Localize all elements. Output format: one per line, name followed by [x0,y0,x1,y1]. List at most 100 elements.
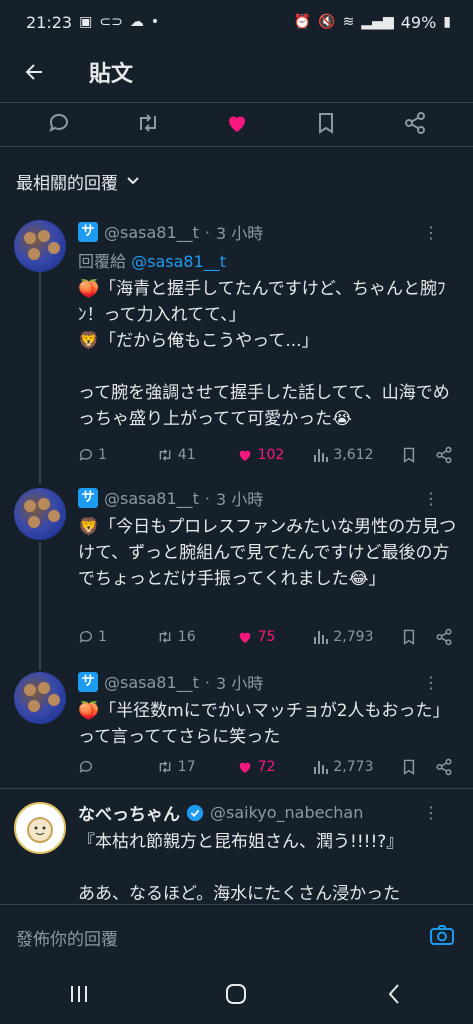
account-badge-icon: サ [78,672,98,692]
like-count-button[interactable]: 102 [236,447,314,463]
retweet-count-button[interactable]: 41 [156,447,236,463]
reply-tweet[interactable]: サ @sasa81__t · 3 小時 ⋮ 🍑「半径数mにでかいマッチョが2人も… [0,670,473,760]
tweet-handle[interactable]: @sasa81__t [104,223,199,242]
chevron-left-icon [388,984,399,1004]
recent-apps-button[interactable] [49,974,109,1014]
share-button[interactable] [435,628,459,646]
alarm-icon: ⏰ [293,14,312,30]
tweet-stats: 1 41 102 3,612 [78,443,459,467]
reply-input-placeholder[interactable]: 發佈你的回覆 [16,925,118,950]
more-options-icon[interactable]: ⋮ [423,803,439,822]
reply-composer[interactable]: 發佈你的回覆 [0,904,473,965]
tweet-meta: サ @sasa81__t · 3 小時 ⋮ [78,670,457,694]
retweet-count: 41 [177,447,196,463]
reply-count-button[interactable] [78,759,156,775]
analytics-icon [314,449,329,462]
heart-icon [239,632,250,643]
tweet-time: 3 小時 [216,490,264,509]
like-count: 72 [257,759,276,775]
status-bar: 21:23 ▣ ⊂⊃ ☁ • ⏰ 🔇 ≋ ▂▄▆ 49% ▮ [0,0,473,44]
like-button[interactable] [217,105,257,141]
bookmark-button[interactable] [401,758,435,776]
arrow-left-icon [25,64,42,80]
account-badge-icon: サ [78,222,98,242]
avatar[interactable] [14,802,66,854]
cloud-icon: ☁ [129,14,144,30]
home-button[interactable] [206,974,266,1014]
divider [0,146,473,147]
reply-tweet[interactable]: サ @sasa81__t · 3 小時 ⋮ 回覆給 @sasa81__t 🍑「海… [0,220,473,470]
divider [0,788,473,789]
share-button[interactable] [435,446,459,464]
verified-badge-icon [186,804,204,821]
battery-percent: 49% [400,12,437,32]
reply-button[interactable] [39,105,79,141]
system-nav-bar [0,964,473,1024]
tweet-stats: 1 16 75 2,793 [78,625,459,649]
chevron-down-icon [127,177,139,185]
tweet-stats: 17 72 2,773 [78,755,459,779]
share-icon [404,112,425,134]
post-action-bar [0,104,473,142]
more-options-icon[interactable]: ⋮ [423,673,439,692]
more-options-icon[interactable]: ⋮ [423,223,439,242]
home-icon [226,984,247,1004]
bookmark-button[interactable] [401,628,435,646]
view-count: 2,773 [333,759,374,775]
retweet-count-button[interactable]: 17 [156,759,236,775]
retweet-count: 17 [177,759,196,775]
reply-tweet[interactable]: サ @sasa81__t · 3 小時 ⋮ 🦁「今日もプロレスファンみたいな男性… [0,486,473,636]
mute-icon: 🔇 [318,14,336,30]
reply-to-handle[interactable]: @sasa81__t [131,252,226,271]
bookmark-button[interactable] [401,446,435,464]
view-count-button[interactable]: 2,773 [313,759,401,775]
tweet-text: 『本枯れ節親方と昆布姐さん、潤う!!!!?』 ああ、なるほど。海水にたくさん浸か… [78,832,404,904]
tweet-handle[interactable]: @saikyo_nabechan [210,803,363,822]
reply-count: 1 [98,447,107,463]
display-name[interactable]: なべっちゃん [78,800,180,825]
sort-label: 最相關的回覆 [16,173,118,194]
heart-icon [239,450,250,461]
camera-icon[interactable] [429,923,455,947]
like-count-button[interactable]: 75 [236,629,314,645]
share-icon [436,758,452,776]
tweet-meta: サ @sasa81__t · 3 小時 ⋮ [78,220,457,244]
separator-dot: · [204,672,211,692]
retweet-icon [159,761,171,773]
account-badge-icon: サ [78,488,98,508]
tweet-handle[interactable]: @sasa81__t [104,489,199,508]
bookmark-icon [318,113,333,134]
retweet-count-button[interactable]: 16 [156,629,236,645]
retweet-button[interactable] [128,105,168,141]
sort-replies-dropdown[interactable]: 最相關的回覆 [16,166,140,196]
comment-icon [79,449,92,461]
comment-icon [79,631,92,643]
tweet-text: 🍑「半径数mにでかいマッチョが2人もおった」って言っててさらに笑った [78,701,450,747]
avatar[interactable] [14,488,66,540]
like-count: 75 [257,629,276,645]
share-button[interactable] [395,105,435,141]
like-count-button[interactable]: 72 [236,759,314,775]
page-title: 貼文 [89,62,134,87]
tweet-meta: サ @sasa81__t · 3 小時 ⋮ [78,486,457,510]
comment-icon [79,761,92,773]
tweet-handle[interactable]: @sasa81__t [104,673,199,692]
reply-count-button[interactable]: 1 [78,629,156,645]
more-options-icon[interactable]: ⋮ [423,489,439,508]
view-count: 2,793 [333,629,374,645]
divider [0,102,473,103]
tweet-time: 3 小時 [216,224,264,243]
like-count: 102 [257,447,285,463]
share-button[interactable] [435,758,459,776]
avatar[interactable] [14,672,66,724]
reply-count-button[interactable]: 1 [78,447,156,463]
view-count-button[interactable]: 3,612 [313,447,401,463]
reply-tweet[interactable]: なべっちゃん @saikyo_nabechan ⋮ 『本枯れ節親方と昆布姐さん、… [0,800,473,904]
view-count-button[interactable]: 2,793 [313,629,401,645]
system-back-button[interactable] [364,974,424,1014]
avatar[interactable] [14,220,66,272]
recents-icon [70,986,87,1002]
bookmark-button[interactable] [306,105,346,141]
reply-to-line: 回覆給 @sasa81__t [78,248,457,272]
back-button[interactable] [14,52,54,92]
